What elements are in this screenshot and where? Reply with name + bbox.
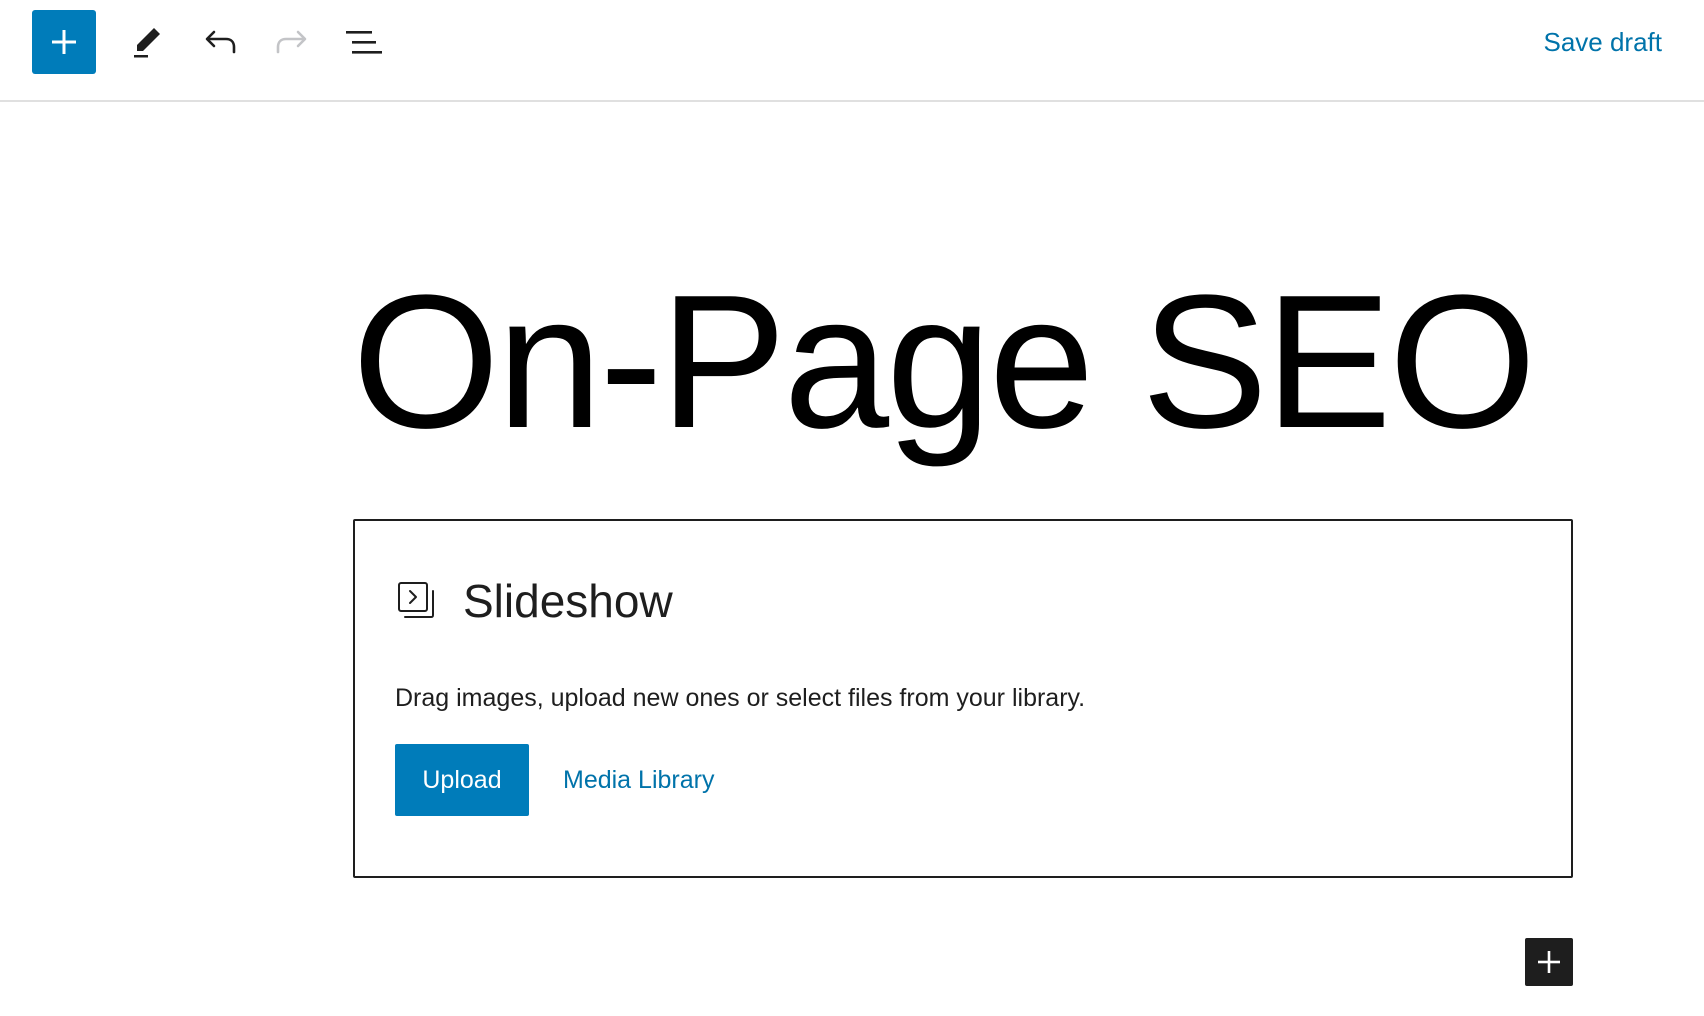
block-inserter-button[interactable]	[32, 10, 96, 74]
upload-button[interactable]: Upload	[395, 744, 529, 816]
editor-header-toolbar: Save draft	[0, 0, 1704, 102]
redo-button[interactable]	[268, 18, 316, 66]
slideshow-icon	[398, 582, 434, 618]
block-header: Slideshow	[395, 573, 673, 629]
post-title[interactable]: On-Page SEO	[352, 262, 1536, 462]
plus-icon	[1538, 951, 1560, 973]
add-block-button[interactable]	[1525, 938, 1573, 986]
media-library-button[interactable]: Media Library	[563, 744, 714, 816]
plus-icon	[52, 30, 76, 54]
block-title: Slideshow	[463, 575, 673, 627]
slideshow-block-placeholder[interactable]: Slideshow Drag images, upload new ones o…	[353, 519, 1573, 878]
list-view-icon	[346, 31, 382, 54]
undo-icon	[205, 30, 236, 54]
undo-button[interactable]	[196, 18, 244, 66]
list-view-button[interactable]	[340, 18, 388, 66]
save-draft-button[interactable]: Save draft	[1543, 24, 1662, 60]
redo-icon	[276, 30, 307, 54]
pencil-icon	[134, 28, 160, 58]
tools-button[interactable]	[123, 18, 171, 66]
block-instructions: Drag images, upload new ones or select f…	[395, 684, 1086, 712]
